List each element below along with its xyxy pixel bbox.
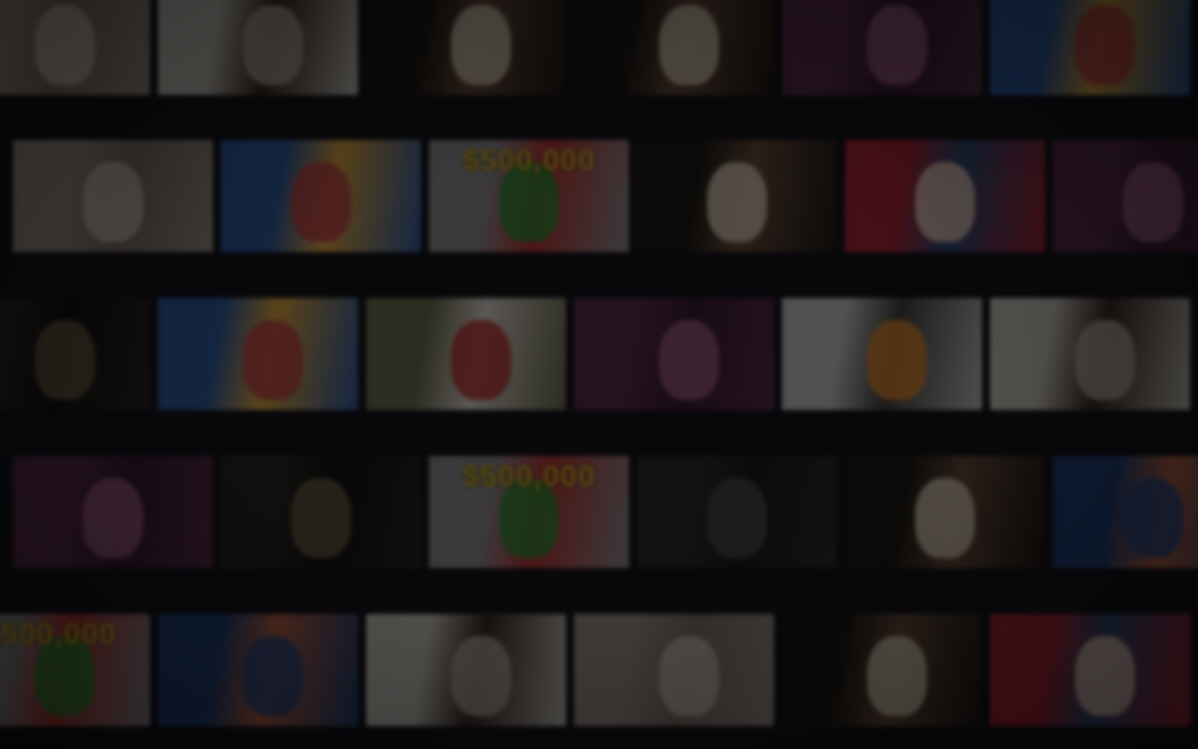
thumbnail-caption: $500,000 <box>462 460 596 493</box>
thumbnail-subject <box>83 478 143 558</box>
video-thumbnail-blue-title-card <box>1053 456 1198 568</box>
video-thumbnail-money-challenge: $500,000 <box>429 140 629 252</box>
thumbnail-subject <box>707 162 767 242</box>
thumbnail-subject <box>451 320 511 400</box>
video-thumbnail-dark-statues <box>845 456 1045 568</box>
video-thumbnail-colorful-studio <box>158 298 358 410</box>
thumbnail-subject <box>1123 162 1183 242</box>
thumbnail-subject <box>1123 478 1183 558</box>
thumbnail-row <box>0 298 1190 410</box>
video-thumbnail-purple-portrait <box>782 0 982 95</box>
video-thumbnail-purple-portrait <box>574 298 774 410</box>
thumbnail-subject <box>291 162 351 242</box>
thumbnail-subject <box>1075 5 1135 85</box>
video-thumbnail-money-challenge: $500,000 <box>0 614 150 726</box>
thumbnail-subject <box>35 5 95 85</box>
thumbnail-subject <box>243 5 303 85</box>
thumbnail-subject <box>1075 636 1135 716</box>
thumbnail-subject <box>243 320 303 400</box>
thumbnail-row: $500,000 <box>0 614 1190 726</box>
video-thumbnail-man-outdoors <box>366 298 566 410</box>
thumbnail-subject <box>915 478 975 558</box>
video-thumbnail-portrait-light <box>13 140 213 252</box>
thumbnail-subject <box>451 636 511 716</box>
thumbnail-subject <box>35 320 95 400</box>
thumbnail-subject <box>915 162 975 242</box>
thumbnail-caption: $500,000 <box>0 618 117 651</box>
thumbnail-subject <box>291 478 351 558</box>
video-thumbnail-colorful-studio <box>221 140 421 252</box>
thumbnail-row: $500,000 <box>13 456 1198 568</box>
thumbnail-subject <box>867 320 927 400</box>
thumbnail-subject <box>659 5 719 85</box>
video-thumbnail-dark-room <box>637 456 837 568</box>
video-thumbnail-dark-car <box>0 298 150 410</box>
video-thumbnail-purple-portrait <box>1053 140 1198 252</box>
video-thumbnail-red-plaid-portrait <box>845 140 1045 252</box>
video-thumbnail-colorful-studio <box>990 0 1190 95</box>
thumbnail-row: $500,000 <box>13 140 1198 252</box>
video-thumbnail-dark-car <box>221 456 421 568</box>
thumbnail-subject <box>867 636 927 716</box>
video-thumbnail-dark-statues <box>574 0 774 95</box>
video-thumbnail-red-plaid-portrait <box>990 614 1190 726</box>
thumbnail-row <box>0 0 1190 95</box>
video-thumbnail-orange-suit <box>782 298 982 410</box>
video-thumbnail-blue-title-card <box>158 614 358 726</box>
video-thumbnail-dark-statues <box>637 140 837 252</box>
video-thumbnail-portrait-light <box>0 0 150 95</box>
thumbnail-subject <box>707 478 767 558</box>
video-thumbnail-dark-statues <box>366 0 566 95</box>
video-thumbnail-money-challenge: $500,000 <box>429 456 629 568</box>
thumbnail-subject <box>659 636 719 716</box>
thumbnail-wall-background: $500,000 $500,000 $500,000 <box>0 0 1198 749</box>
thumbnail-subject <box>1075 320 1135 400</box>
video-thumbnail-portrait-light <box>574 614 774 726</box>
video-thumbnail-purple-portrait <box>13 456 213 568</box>
video-thumbnail-woman-white-room <box>366 614 566 726</box>
thumbnail-subject <box>243 636 303 716</box>
thumbnail-subject <box>867 5 927 85</box>
thumbnail-subject <box>83 162 143 242</box>
thumbnail-subject <box>659 320 719 400</box>
video-thumbnail-woman-white-room <box>990 298 1190 410</box>
thumbnail-caption: $500,000 <box>462 144 596 177</box>
video-thumbnail-dark-statues <box>782 614 982 726</box>
video-thumbnail-woman-white-room <box>158 0 358 95</box>
thumbnail-subject <box>451 5 511 85</box>
